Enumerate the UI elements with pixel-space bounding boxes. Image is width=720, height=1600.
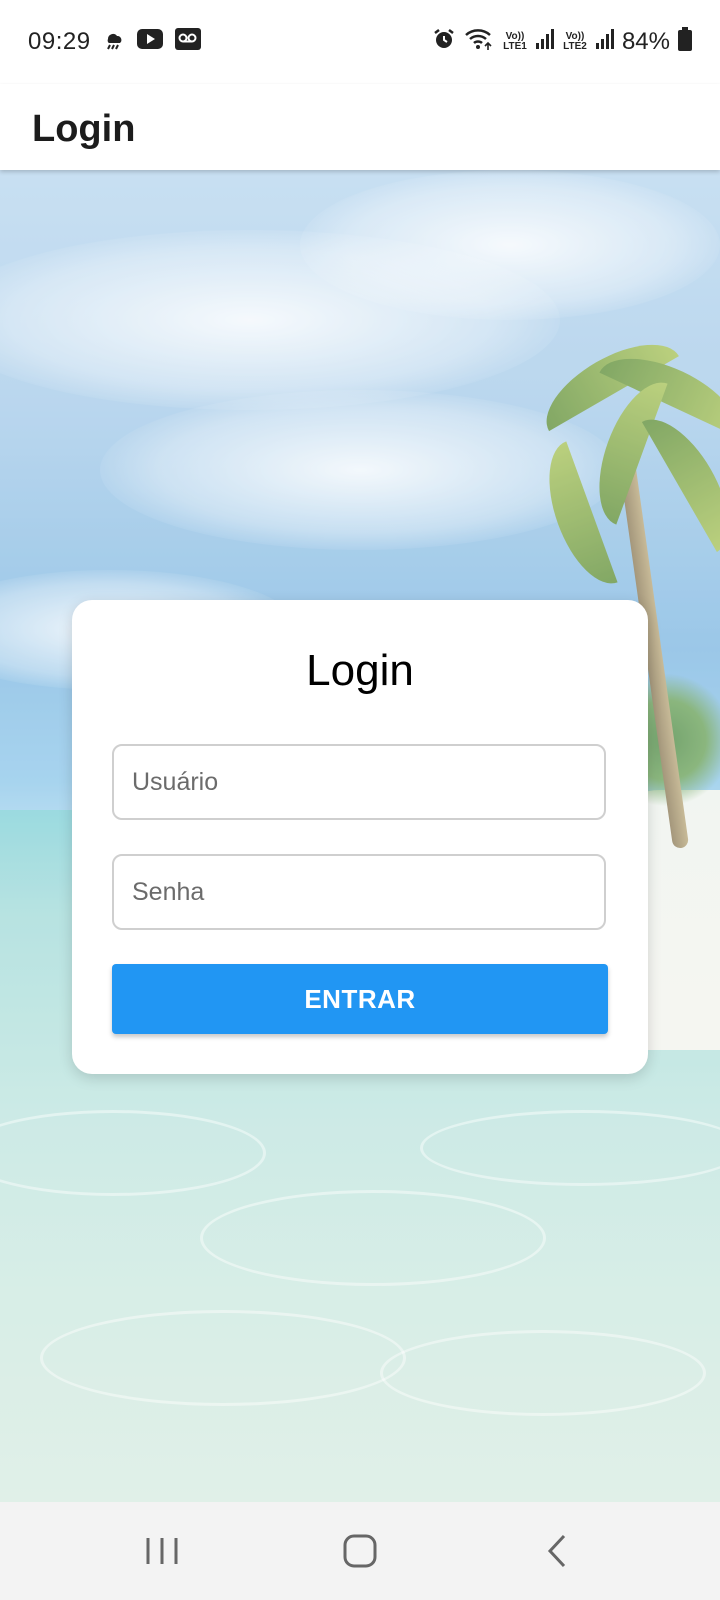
volte2-label: Vo)) LTE2 xyxy=(563,31,587,52)
volte1-label: Vo)) LTE1 xyxy=(503,31,527,52)
battery-icon xyxy=(678,26,692,58)
home-icon xyxy=(343,1534,377,1568)
home-button[interactable] xyxy=(330,1528,390,1574)
recents-icon xyxy=(146,1538,178,1564)
app-bar-title: Login xyxy=(32,108,136,150)
username-input[interactable] xyxy=(114,746,604,818)
signal1-icon xyxy=(535,28,554,56)
youtube-icon xyxy=(136,28,163,56)
signal2-icon xyxy=(595,28,614,56)
status-right: Vo)) LTE1 Vo)) LTE2 84% xyxy=(432,26,692,58)
status-bar: 09:29 Vo)) LTE1 Vo)) LTE2 84% xyxy=(0,0,720,84)
volte2-icon: Vo)) LTE2 xyxy=(562,32,588,52)
back-icon xyxy=(547,1534,566,1568)
username-field[interactable] xyxy=(112,744,606,820)
login-card: Login ENTRAR xyxy=(72,600,648,1074)
password-input[interactable] xyxy=(114,856,604,928)
password-field[interactable] xyxy=(112,854,606,930)
weather-storm-icon xyxy=(103,28,125,57)
app-bar: Login xyxy=(0,84,720,170)
status-left: 09:29 xyxy=(28,27,201,57)
recents-button[interactable] xyxy=(132,1528,192,1574)
battery-percentage: 84% xyxy=(621,28,670,55)
back-button[interactable] xyxy=(528,1528,588,1574)
status-time: 09:29 xyxy=(28,28,91,55)
voicemail-icon xyxy=(174,27,201,57)
navigation-bar xyxy=(0,1502,720,1600)
login-button[interactable]: ENTRAR xyxy=(112,964,608,1034)
login-card-title: Login xyxy=(306,646,414,695)
wifi-icon xyxy=(464,27,494,58)
volte1-icon: Vo)) LTE1 xyxy=(502,32,528,52)
alarm-icon xyxy=(432,27,456,58)
